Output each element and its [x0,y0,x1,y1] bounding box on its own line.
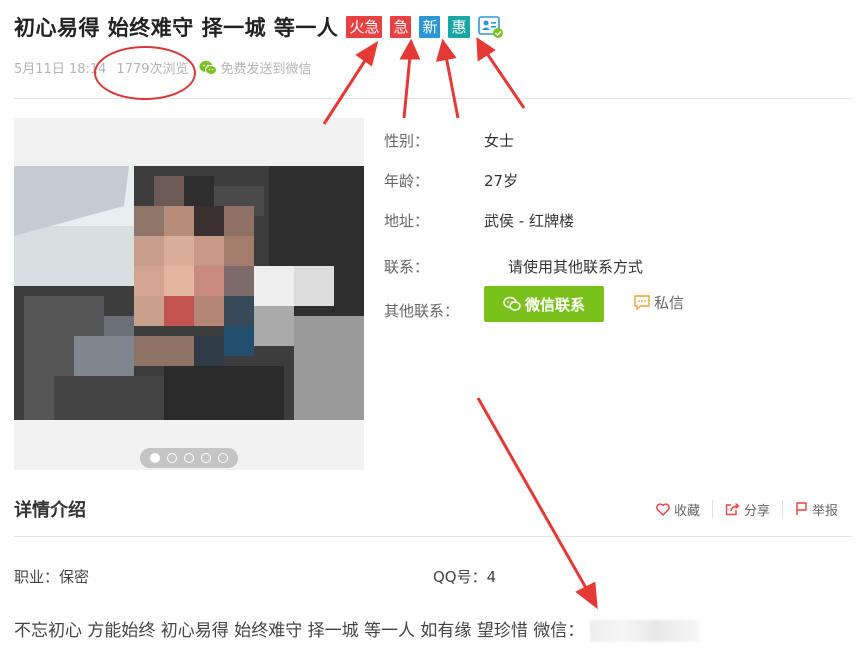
address-value: 武侯 - 红牌楼 [484,212,574,230]
annotation-arrow [476,397,588,589]
occupation-text: 职业：保密 [14,568,90,586]
post-title: 初心易得 始终难守 择一城 等一人 [14,16,339,40]
private-message-label: 私信 [654,294,685,312]
view-count: 1779次浏览 [116,62,189,77]
contact-label: 联系： [384,258,430,276]
share-to-wechat-link[interactable]: 免费发送到微信 [199,58,312,77]
gallery-pagination [140,448,238,468]
title-row: 初心易得 始终难守 择一城 等一人 火急 急 新 惠 [14,12,504,42]
annotation-arrow-head [399,38,421,60]
gallery-dot[interactable] [166,453,177,463]
annotation-arrow-head [476,37,496,62]
header-divider [14,98,852,99]
report-label: 举报 [811,503,838,519]
annotation-arrow [322,55,370,125]
meta-row: 5月11日 18:14 1779次浏览 免费发送到微信 [14,58,312,77]
favorite-label: 收藏 [673,503,700,519]
profile-photo-pixelated[interactable] [14,166,364,420]
annotation-arrow [444,55,460,119]
share-button[interactable]: 分享 [713,498,782,520]
blurred-wechat-id [589,620,700,642]
share-to-wechat-label: 免费发送到微信 [220,62,312,77]
annotation-arrow-head [435,38,457,62]
annotation-arrow [484,51,526,109]
photo-gallery[interactable] [14,118,364,470]
share-label: 分享 [743,503,770,519]
wechat-contact-button[interactable]: 微信联系 [484,286,604,322]
wechat-chat-icon [503,296,521,311]
gender-value: 女士 [484,132,515,150]
annotation-arrow [402,55,412,119]
id-card-verified-icon [477,15,504,39]
description-text: 不忘初心 方能始终 初心易得 始终难守 择一城 等一人 如有缘 望珍惜 微信： [14,621,585,641]
flag-icon [796,502,807,515]
gallery-dot[interactable] [201,453,212,463]
message-icon [634,295,650,310]
favorite-button[interactable]: 收藏 [644,498,712,520]
gallery-dot[interactable] [149,453,160,463]
annotation-arrow-head [575,581,598,610]
details-section-title: 详情介绍 [14,500,86,521]
detail-actions: 收藏 分享 举报 [644,498,850,520]
gallery-dot[interactable] [218,453,229,463]
tag-urgent-fire: 火急 [346,16,383,38]
other-contact-label: 其他联系： [384,302,460,320]
report-button[interactable]: 举报 [783,498,850,520]
gallery-dot[interactable] [183,453,194,463]
details-divider [14,536,852,537]
address-label: 地址： [384,212,430,230]
tag-discount: 惠 [448,16,470,38]
private-message-link[interactable]: 私信 [634,292,684,313]
contact-value: 请使用其他联系方式 [508,258,644,276]
tag-new: 新 [419,16,441,38]
age-value: 27岁 [484,172,519,190]
gender-label: 性别： [384,132,430,150]
post-date: 5月11日 18:14 [14,62,107,77]
tag-urgent: 急 [390,16,412,38]
share-icon [725,502,740,516]
info-row-other-contact: 其他联系： 微信联系 私信 [384,286,744,330]
annotation-arrow-head [355,40,379,67]
age-label: 年龄： [384,172,430,190]
heart-icon [656,502,670,516]
qq-number-text: QQ号：4 [433,568,497,586]
wechat-icon [199,60,217,75]
wechat-contact-label: 微信联系 [524,295,585,314]
description-line: 不忘初心 方能始终 初心易得 始终难守 择一城 等一人 如有缘 望珍惜 微信： [14,616,700,642]
